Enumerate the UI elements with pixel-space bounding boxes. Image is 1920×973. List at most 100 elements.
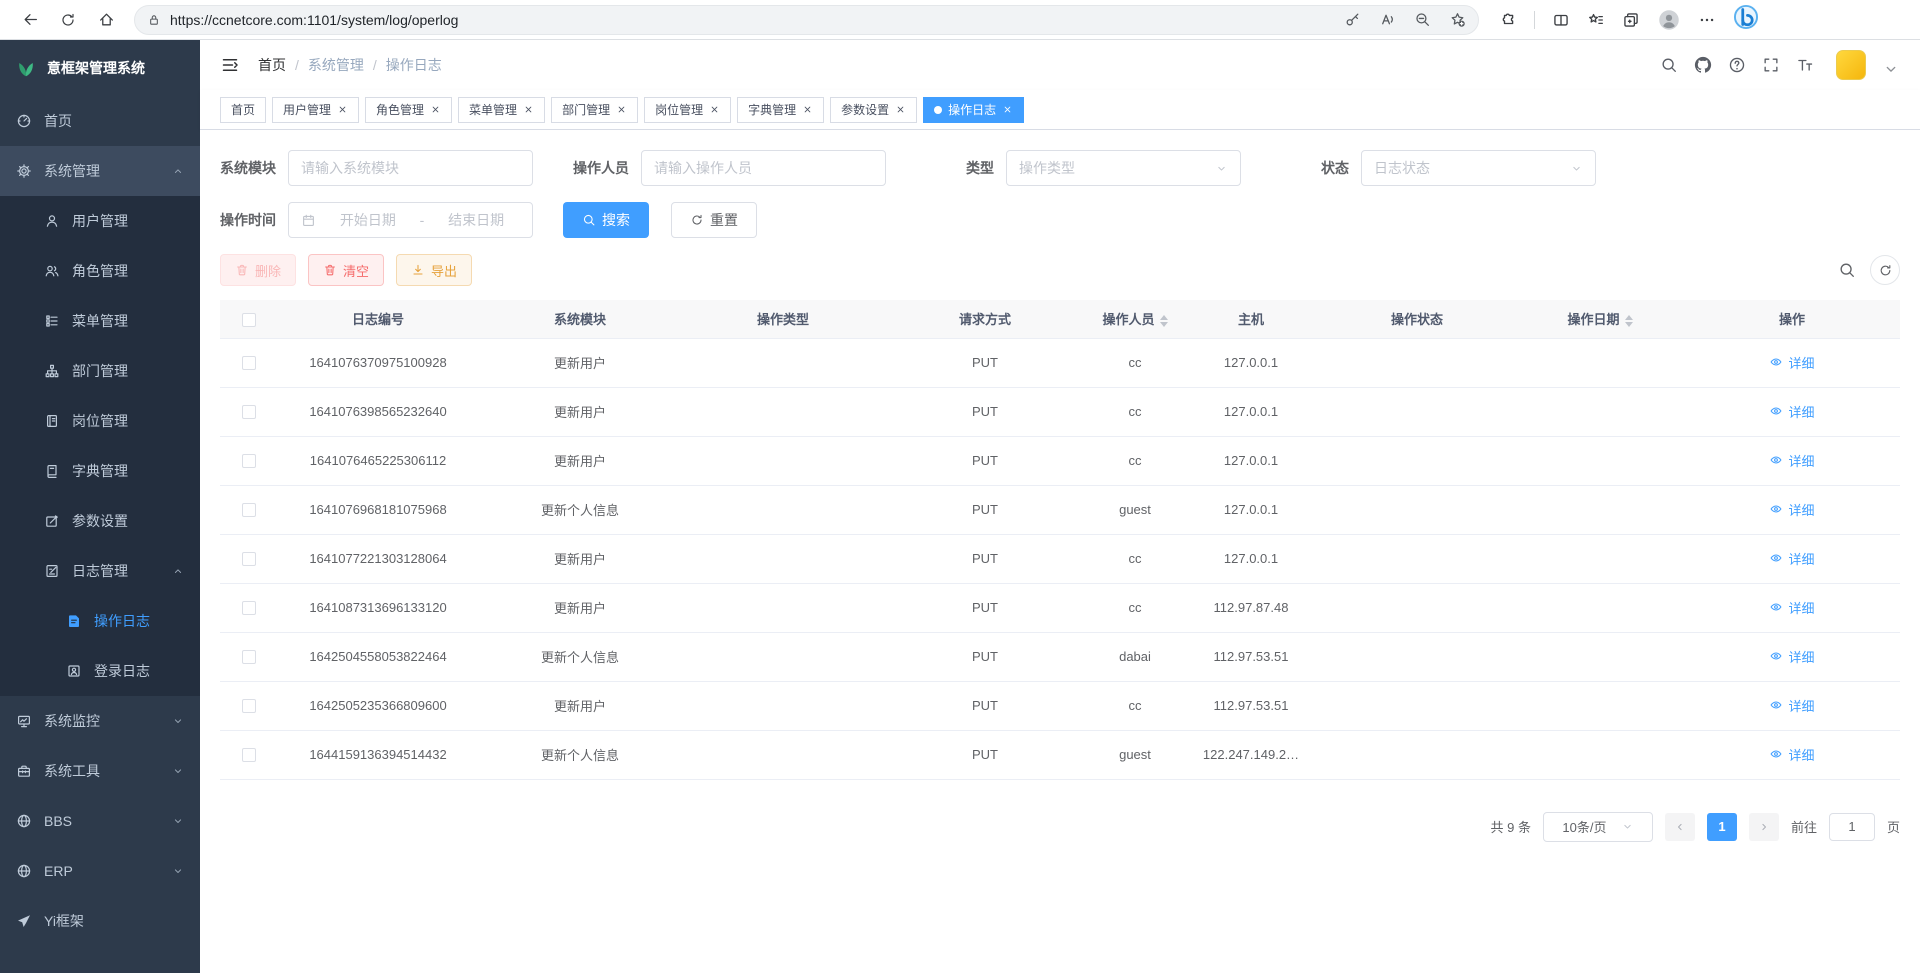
sidebar-item-system-management[interactable]: 系统管理 — [0, 146, 200, 196]
close-icon[interactable] — [616, 104, 627, 115]
sidebar-item-erp[interactable]: ERP — [0, 846, 200, 896]
sidebar-item-log-management[interactable]: 日志管理 — [0, 546, 200, 596]
detail-link[interactable]: 详细 — [1769, 549, 1814, 568]
sort-caret-icon[interactable] — [1625, 315, 1633, 327]
browser-profile-icon[interactable] — [1657, 8, 1681, 32]
next-page-button[interactable] — [1749, 813, 1779, 841]
sidebar-item-menu-management[interactable]: 菜单管理 — [0, 296, 200, 346]
read-aloud-icon[interactable] — [1379, 11, 1396, 28]
row-checkbox[interactable] — [242, 503, 256, 517]
tab-user-management[interactable]: 用户管理 — [272, 97, 359, 123]
row-checkbox[interactable] — [242, 748, 256, 762]
row-checkbox[interactable] — [242, 650, 256, 664]
sort-desc-icon[interactable] — [1625, 322, 1633, 327]
tab-dict-management[interactable]: 字典管理 — [737, 97, 824, 123]
detail-link[interactable]: 详细 — [1769, 402, 1814, 421]
tab-dept-management[interactable]: 部门管理 — [551, 97, 638, 123]
select-all-checkbox[interactable] — [242, 313, 256, 327]
refresh-table-button[interactable] — [1870, 255, 1900, 285]
split-screen-icon[interactable] — [1552, 11, 1570, 29]
detail-link[interactable]: 详细 — [1769, 353, 1814, 372]
search-icon[interactable] — [1660, 56, 1678, 74]
sidebar-item-yi-framework[interactable]: Yi框架 — [0, 896, 200, 946]
help-icon[interactable] — [1728, 56, 1746, 74]
favorites-icon[interactable] — [1587, 11, 1605, 29]
detail-link[interactable]: 详细 — [1769, 598, 1814, 617]
back-button[interactable] — [14, 4, 46, 36]
address-bar[interactable]: https://ccnetcore.com:1101/system/log/op… — [134, 5, 1479, 35]
chevron-down-icon[interactable] — [1882, 60, 1900, 78]
row-checkbox[interactable] — [242, 601, 256, 615]
app-logo[interactable]: 意框架管理系统 — [0, 40, 200, 96]
close-icon[interactable] — [1002, 104, 1013, 115]
close-icon[interactable] — [802, 104, 813, 115]
tab-operation-log[interactable]: 操作日志 — [923, 97, 1024, 123]
sidebar-item-dict-management[interactable]: 字典管理 — [0, 446, 200, 496]
page-size-select[interactable]: 10条/页 — [1543, 812, 1653, 842]
close-icon[interactable] — [895, 104, 906, 115]
refresh-button[interactable] — [52, 4, 84, 36]
row-checkbox[interactable] — [242, 552, 256, 566]
sort-asc-icon[interactable] — [1160, 315, 1168, 320]
sidebar-item-role-management[interactable]: 角色管理 — [0, 246, 200, 296]
tab-menu-management[interactable]: 菜单管理 — [458, 97, 545, 123]
page-number-1[interactable]: 1 — [1707, 813, 1737, 841]
close-icon[interactable] — [337, 104, 348, 115]
sidebar-item-system-monitor[interactable]: 系统监控 — [0, 696, 200, 746]
operator-input[interactable]: 请输入操作人员 — [641, 150, 886, 186]
breadcrumb-item[interactable]: 系统管理 — [308, 55, 364, 75]
detail-link[interactable]: 详细 — [1769, 500, 1814, 519]
home-button[interactable] — [90, 4, 122, 36]
status-select[interactable]: 日志状态 — [1361, 150, 1596, 186]
column-header-date[interactable]: 操作日期 — [1516, 300, 1684, 338]
export-button[interactable]: 导出 — [396, 254, 472, 286]
row-checkbox[interactable] — [242, 356, 256, 370]
show-search-icon[interactable] — [1838, 261, 1856, 279]
sidebar-item-login-log[interactable]: 登录日志 — [0, 646, 200, 696]
sidebar-item-post-management[interactable]: 岗位管理 — [0, 396, 200, 446]
detail-link[interactable]: 详细 — [1769, 696, 1814, 715]
breadcrumb-item[interactable]: 首页 — [258, 55, 286, 75]
sidebar-item-param-settings[interactable]: 参数设置 — [0, 496, 200, 546]
close-icon[interactable] — [709, 104, 720, 115]
row-checkbox[interactable] — [242, 699, 256, 713]
type-select[interactable]: 操作类型 — [1006, 150, 1241, 186]
sort-caret-icon[interactable] — [1160, 315, 1168, 327]
sort-desc-icon[interactable] — [1160, 322, 1168, 327]
github-icon[interactable] — [1694, 56, 1712, 74]
user-avatar[interactable] — [1836, 50, 1866, 80]
sidebar-item-user-management[interactable]: 用户管理 — [0, 196, 200, 246]
row-checkbox[interactable] — [242, 454, 256, 468]
bing-chat-button[interactable] — [1733, 4, 1759, 35]
url-text[interactable]: https://ccnetcore.com:1101/system/log/op… — [170, 12, 1335, 28]
search-button[interactable]: 搜索 — [563, 202, 649, 238]
clear-button[interactable]: 清空 — [308, 254, 384, 286]
tab-param-settings[interactable]: 参数设置 — [830, 97, 917, 123]
collections-icon[interactable] — [1622, 11, 1640, 29]
sort-asc-icon[interactable] — [1625, 315, 1633, 320]
close-icon[interactable] — [523, 104, 534, 115]
goto-page-input[interactable]: 1 — [1829, 813, 1875, 841]
password-icon[interactable] — [1344, 11, 1361, 28]
date-range-picker[interactable]: 开始日期 - 结束日期 — [288, 202, 533, 238]
zoom-out-icon[interactable] — [1414, 11, 1431, 28]
browser-menu-icon[interactable] — [1698, 11, 1716, 29]
module-input[interactable]: 请输入系统模块 — [288, 150, 533, 186]
detail-link[interactable]: 详细 — [1769, 745, 1814, 764]
add-favorite-icon[interactable] — [1449, 11, 1466, 28]
sidebar-item-home[interactable]: 首页 — [0, 96, 200, 146]
sidebar-fold-icon[interactable] — [220, 55, 240, 75]
delete-button[interactable]: 删除 — [220, 254, 296, 286]
tab-role-management[interactable]: 角色管理 — [365, 97, 452, 123]
close-icon[interactable] — [430, 104, 441, 115]
fullscreen-icon[interactable] — [1762, 56, 1780, 74]
tab-post-management[interactable]: 岗位管理 — [644, 97, 731, 123]
column-header-operator[interactable]: 操作人员 — [1086, 300, 1184, 338]
sidebar-item-system-tools[interactable]: 系统工具 — [0, 746, 200, 796]
column-header-select[interactable] — [220, 300, 278, 338]
text-size-icon[interactable] — [1796, 56, 1814, 74]
extensions-icon[interactable] — [1499, 11, 1517, 29]
row-checkbox[interactable] — [242, 405, 256, 419]
detail-link[interactable]: 详细 — [1769, 451, 1814, 470]
detail-link[interactable]: 详细 — [1769, 647, 1814, 666]
